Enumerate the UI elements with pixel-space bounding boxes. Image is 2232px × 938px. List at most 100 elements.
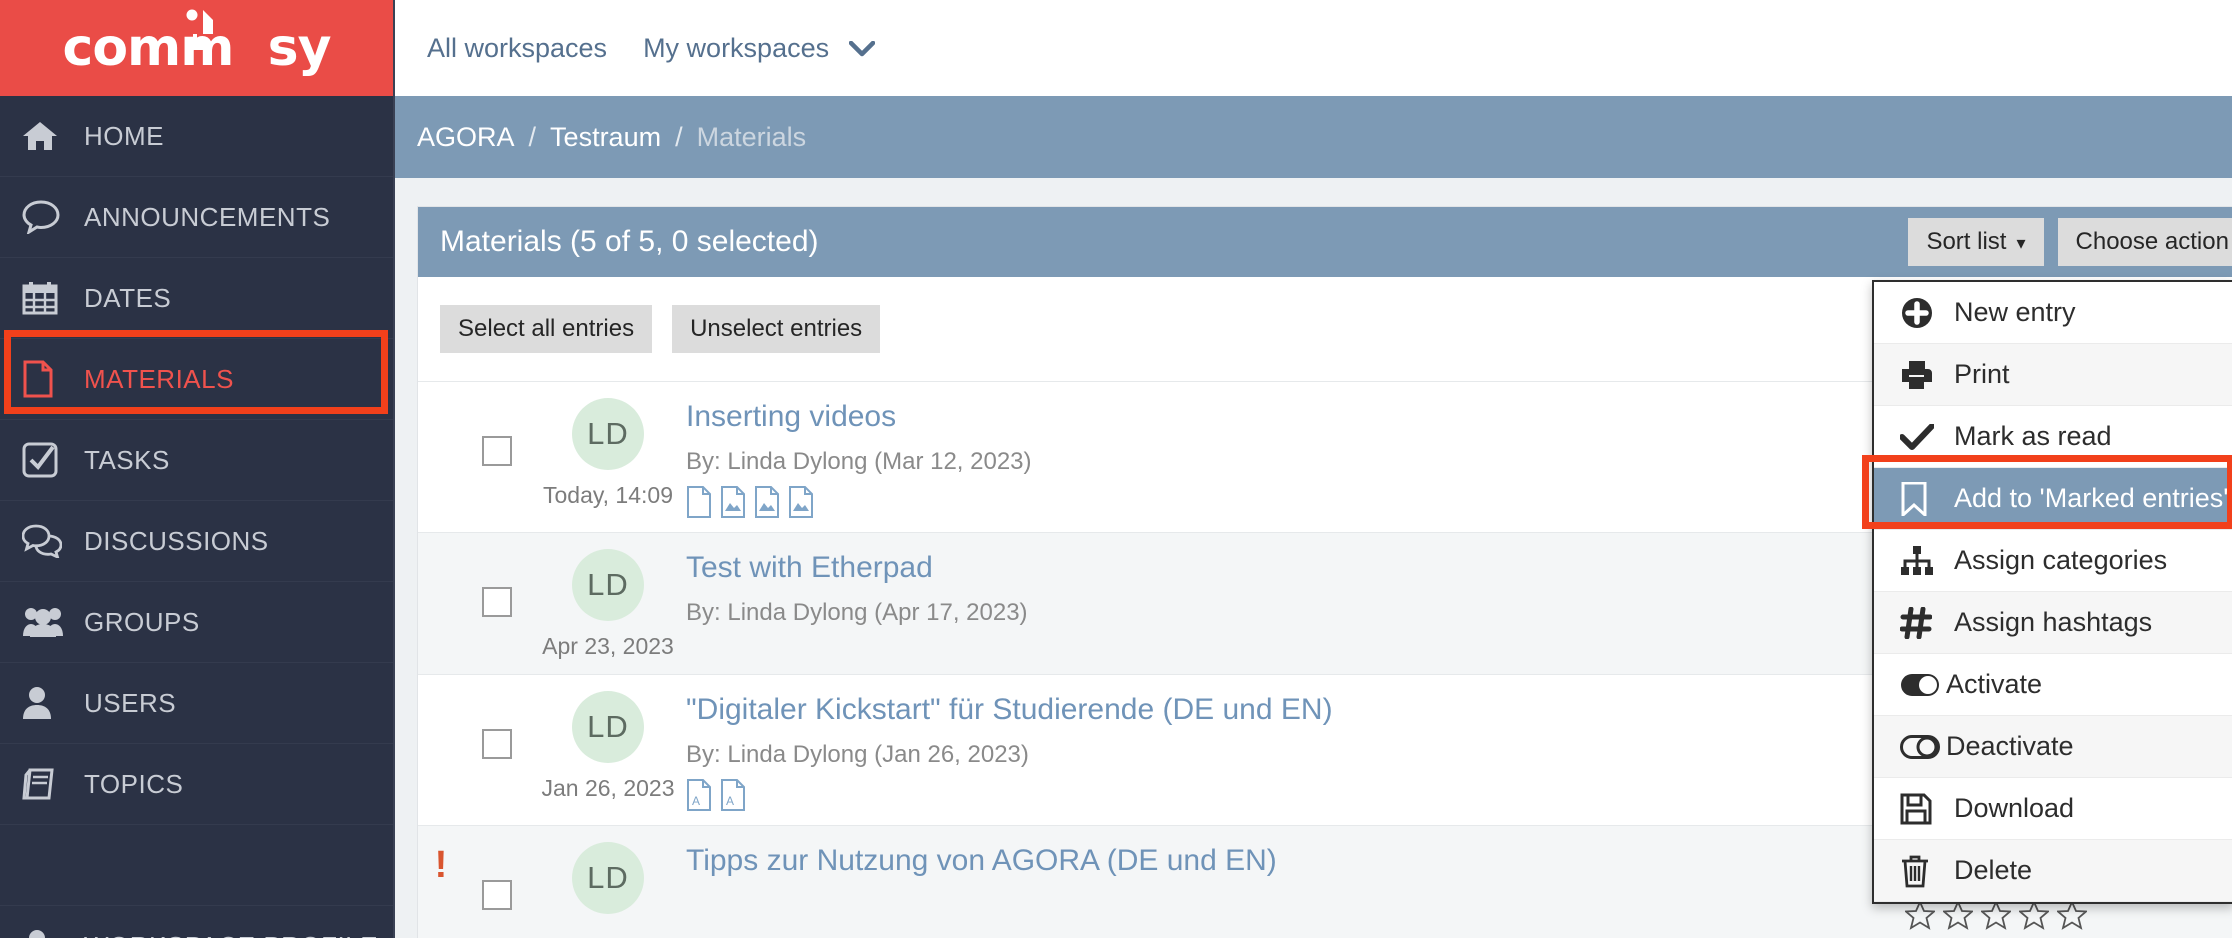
choose-action-button[interactable]: Choose action▾ <box>2057 218 2232 266</box>
breadcrumb-item-materials: Materials <box>696 121 807 152</box>
entry-checkbox[interactable] <box>482 729 512 759</box>
menu-item-new-entry[interactable]: New entry <box>1874 282 2232 344</box>
select-all-entries-button[interactable]: Select all entries <box>440 305 653 353</box>
bookmark-icon <box>1900 481 1946 516</box>
sidebar-item-label: DISCUSSIONS <box>84 525 269 556</box>
toggle-off-icon <box>1900 734 1946 759</box>
sidebar-item-label: MATERIALS <box>84 363 234 394</box>
commsy-logo[interactable]: comm sy <box>0 0 393 96</box>
menu-item-delete[interactable]: Delete <box>1874 840 2232 902</box>
entry-timestamp: Today, 14:09 <box>542 482 673 508</box>
sidebar-item-label: GROUPS <box>84 606 200 637</box>
image-file-icon[interactable] <box>720 486 746 518</box>
sidebar-item-dates[interactable]: DATES <box>0 258 393 339</box>
sidebar-item-label: TASKS <box>84 444 170 475</box>
svg-text:A: A <box>692 794 700 808</box>
sidebar-item-label: USERS <box>84 687 177 718</box>
menu-item-activate[interactable]: Activate <box>1874 654 2232 716</box>
entry-checkbox[interactable] <box>482 587 512 617</box>
star-icon[interactable] <box>1943 900 1973 930</box>
entry-checkbox-cell <box>464 691 530 759</box>
entry-avatar-cell: LD <box>530 842 686 926</box>
menu-item-label: Deactivate <box>1946 731 2074 761</box>
star-icon[interactable] <box>2057 900 2087 930</box>
entry-checkbox-cell <box>464 398 530 466</box>
menu-item-add-to-marked-entries[interactable]: Add to 'Marked entries' <box>1874 468 2232 530</box>
choose-action-label: Choose action <box>2075 228 2229 255</box>
people-group-icon <box>22 606 74 638</box>
sidebar-item-workspace-profile[interactable]: WORKSPACE PROFILE <box>0 906 393 938</box>
sidebar-item-tasks[interactable]: TASKS <box>0 420 393 501</box>
materials-panel-header: Materials (5 of 5, 0 selected) Sort list… <box>418 207 2232 277</box>
person-icon <box>22 686 74 720</box>
breadcrumb-separator: / <box>528 121 537 152</box>
breadcrumb-item-testraum[interactable]: Testraum <box>550 122 661 153</box>
sidebar-item-label: DATES <box>84 282 172 313</box>
breadcrumb: AGORA / Testraum / Materials <box>395 96 2232 178</box>
rating-stars[interactable] <box>1905 900 2087 930</box>
sitemap-icon <box>1900 545 1946 576</box>
trash-icon <box>1900 854 1946 888</box>
star-icon[interactable] <box>1905 900 1935 930</box>
entry-timestamp: Jan 26, 2023 <box>541 775 675 801</box>
nav-my-workspaces-label: My workspaces <box>643 32 830 63</box>
pdf-file-icon[interactable]: A <box>720 779 746 811</box>
printer-icon <box>1900 360 1946 390</box>
svg-text:A: A <box>726 794 734 808</box>
nav-my-workspaces[interactable]: My workspaces <box>643 33 875 64</box>
menu-item-assign-hashtags[interactable]: Assign hashtags <box>1874 592 2232 654</box>
entry-checkbox[interactable] <box>482 880 512 910</box>
sidebar-item-discussions[interactable]: DISCUSSIONS <box>0 501 393 582</box>
entry-flag <box>418 549 464 555</box>
image-file-icon[interactable] <box>754 486 780 518</box>
breadcrumb-item-agora[interactable]: AGORA <box>417 122 515 153</box>
nav-all-workspaces[interactable]: All workspaces <box>427 33 607 64</box>
star-icon[interactable] <box>1981 900 2011 930</box>
caret-down-icon: ▾ <box>2016 233 2026 253</box>
sidebar-item-topics[interactable]: TOPICS <box>0 744 393 825</box>
avatar: LD <box>572 691 644 763</box>
book-icon <box>22 767 74 801</box>
entry-checkbox-cell <box>464 842 530 910</box>
choose-action-dropdown-menu: New entry Print Mark as read Add to 'Mar… <box>1872 280 2232 904</box>
sidebar-item-groups[interactable]: GROUPS <box>0 582 393 663</box>
sidebar-item-announcements[interactable]: ANNOUNCEMENTS <box>0 177 393 258</box>
menu-item-assign-categories[interactable]: Assign categories <box>1874 530 2232 592</box>
menu-item-deactivate[interactable]: Deactivate <box>1874 716 2232 778</box>
sidebar-item-home[interactable]: HOME <box>0 96 393 177</box>
menu-item-print[interactable]: Print <box>1874 344 2232 406</box>
app-root: comm sy HOME ANNOUNCEMENTS DATES MATERIA… <box>0 0 2232 938</box>
file-icon[interactable] <box>686 486 712 518</box>
checkbox-check-icon <box>22 442 74 478</box>
unselect-entries-button[interactable]: Unselect entries <box>672 305 881 353</box>
menu-item-download[interactable]: Download <box>1874 778 2232 840</box>
sort-list-button[interactable]: Sort list ▾ <box>1908 218 2044 266</box>
menu-item-label: Print <box>1954 359 2010 389</box>
menu-item-mark-as-read[interactable]: Mark as read <box>1874 406 2232 468</box>
sidebar-spacer <box>0 825 393 906</box>
pdf-file-icon[interactable]: A <box>686 779 712 811</box>
entry-avatar-cell: LD Apr 23, 2023 <box>530 549 686 660</box>
sidebar-item-users[interactable]: USERS <box>0 663 393 744</box>
sidebar-item-materials[interactable]: MATERIALS <box>0 339 393 420</box>
menu-item-label: Add to 'Marked entries' <box>1954 483 2229 513</box>
star-icon[interactable] <box>2019 900 2049 930</box>
avatar: LD <box>572 842 644 914</box>
plus-circle-icon <box>1900 296 1946 330</box>
chevron-down-icon <box>848 37 875 63</box>
menu-item-label: New entry <box>1954 297 2076 327</box>
image-file-icon[interactable] <box>788 486 814 518</box>
menu-item-label: Activate <box>1946 669 2043 699</box>
sidebar-item-label: HOME <box>84 120 164 151</box>
page-title: Materials (5 of 5, 0 selected) <box>440 225 819 258</box>
entry-checkbox[interactable] <box>482 436 512 466</box>
unread-exclamation-icon: ! <box>434 844 448 886</box>
entry-flag: ! <box>418 842 464 886</box>
top-navigation-bar: All workspaces My workspaces <box>395 0 2232 96</box>
sidebar-item-label: ANNOUNCEMENTS <box>84 201 331 232</box>
check-icon <box>1900 423 1946 450</box>
avatar: LD <box>572 549 644 621</box>
menu-item-label: Assign hashtags <box>1954 607 2153 637</box>
entry-checkbox-cell <box>464 549 530 617</box>
calendar-icon <box>22 281 74 315</box>
